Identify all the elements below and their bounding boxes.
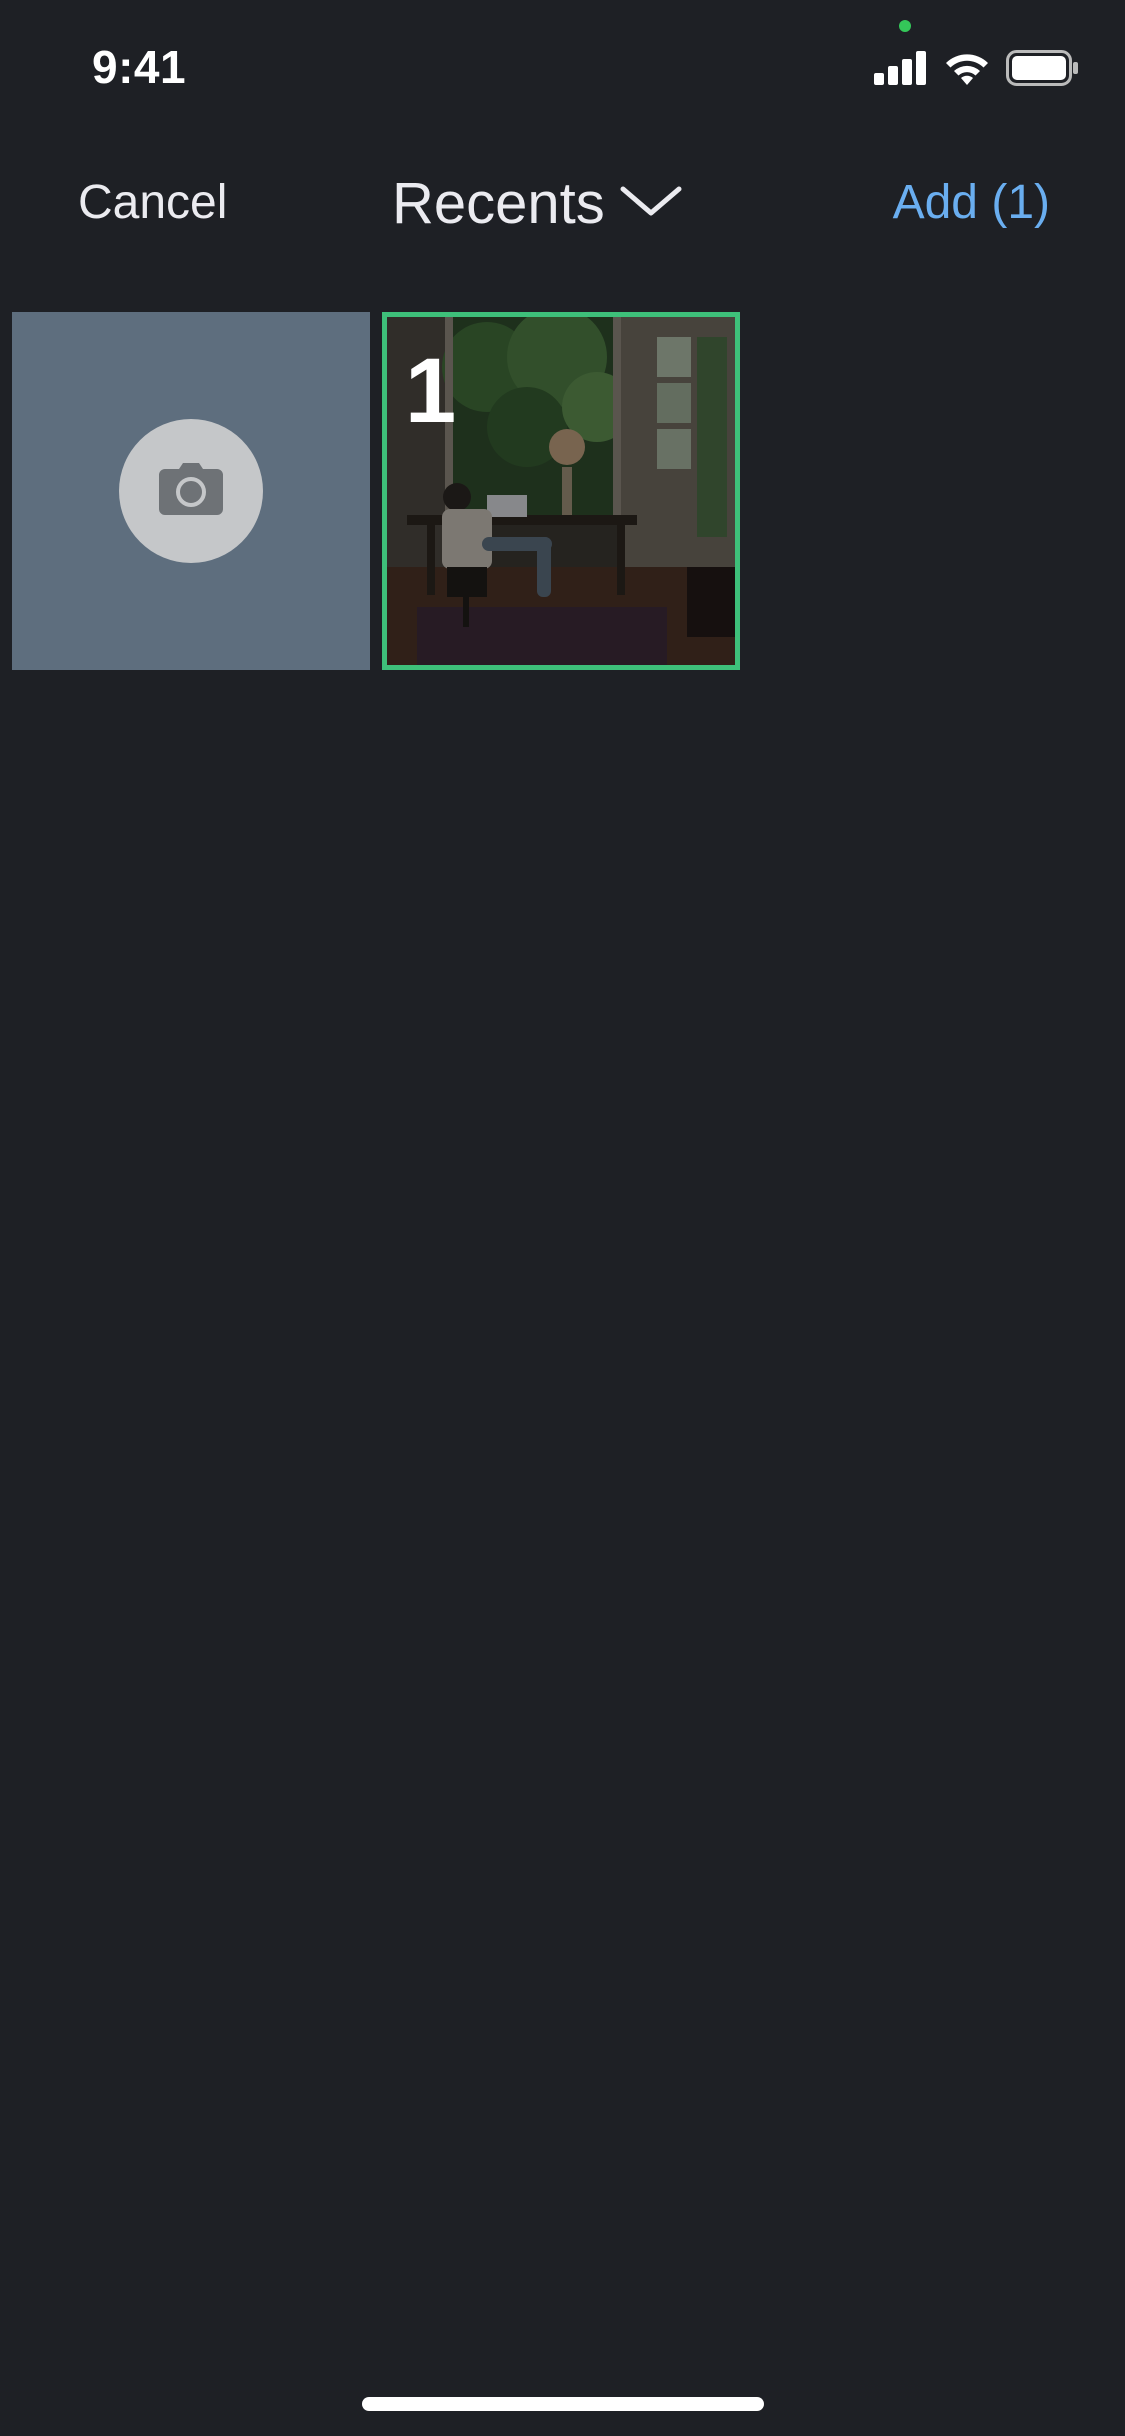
status-bar: 9:41 (0, 0, 1125, 140)
photo-thumbnail-selected[interactable]: 1 (382, 312, 740, 670)
battery-icon (1006, 50, 1080, 91)
status-time: 9:41 (92, 41, 187, 93)
chevron-down-icon (619, 183, 683, 224)
photo-grid: 1 (12, 312, 740, 670)
home-indicator[interactable] (362, 2397, 764, 2411)
status-icons (874, 50, 1080, 91)
camera-icon (159, 462, 223, 520)
privacy-indicator-dot (899, 20, 911, 32)
cellular-signal-icon (874, 51, 928, 90)
album-title: Recents (392, 171, 605, 236)
album-selector[interactable]: Recents (392, 170, 683, 237)
selection-order-number: 1 (405, 340, 457, 442)
camera-button-circle (119, 419, 263, 563)
wifi-icon (944, 51, 990, 90)
nav-bar: Cancel Recents Add (1) (0, 150, 1125, 260)
add-button[interactable]: Add (1) (893, 175, 1050, 230)
camera-tile[interactable] (12, 312, 370, 670)
cancel-button[interactable]: Cancel (78, 175, 227, 230)
